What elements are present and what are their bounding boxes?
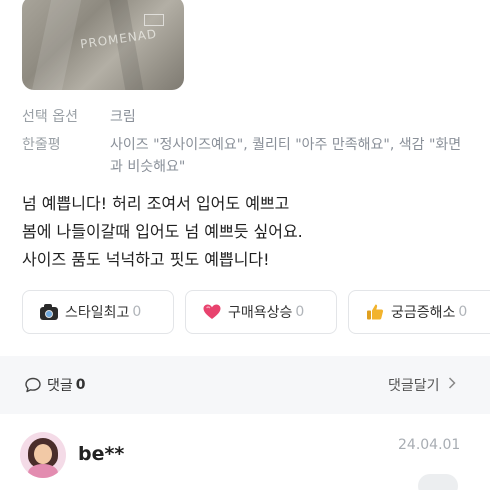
avatar[interactable] bbox=[20, 432, 66, 478]
write-comment-button[interactable]: 댓글달기 bbox=[388, 375, 456, 395]
reaction-label: 스타일최고 bbox=[65, 305, 130, 321]
option-row-selected: 선택 옵션 크림 bbox=[22, 106, 136, 128]
reaction-style-button[interactable]: 스타일최고 0 bbox=[22, 290, 174, 334]
thumbs-up-icon bbox=[365, 302, 385, 322]
reaction-helpful-button[interactable]: 궁금증해소 0 bbox=[348, 290, 490, 334]
comment-count-toggle[interactable]: 댓글 0 bbox=[24, 375, 86, 395]
reaction-count: 0 bbox=[458, 304, 468, 320]
photo-tag bbox=[144, 14, 164, 26]
option-label: 선택 옵션 bbox=[22, 109, 78, 125]
avatar-face bbox=[34, 444, 52, 464]
write-comment-label: 댓글달기 bbox=[388, 378, 440, 394]
avatar-shirt bbox=[28, 464, 58, 478]
comment-count: 0 bbox=[75, 377, 86, 393]
comment-bar: 댓글 0 댓글달기 bbox=[0, 356, 490, 414]
option-value: 크림 bbox=[110, 109, 136, 125]
review-photo[interactable]: PROMENAD bbox=[22, 0, 184, 90]
speech-bubble-icon bbox=[24, 376, 42, 394]
camera-icon bbox=[39, 302, 59, 322]
reaction-label: 구매욕상승 bbox=[228, 305, 293, 321]
summary-label: 한줄평 bbox=[22, 137, 61, 153]
review-line: 봄에 나들이갈때 입어도 넘 예쁘듯 싶어요. bbox=[22, 222, 303, 241]
review-body: 넘 예쁩니다! 허리 조여서 입어도 예쁘고 봄에 나들이갈때 입어도 넘 예쁘… bbox=[22, 190, 472, 274]
heart-icon bbox=[202, 302, 222, 322]
reaction-count: 0 bbox=[132, 304, 142, 320]
reaction-count: 0 bbox=[295, 304, 305, 320]
reaction-desire-button[interactable]: 구매욕상승 0 bbox=[185, 290, 337, 334]
comment-date: 24.04.01 bbox=[398, 437, 461, 453]
summary-value: 사이즈 "정사이즈예요", 퀄리티 "아주 만족해요", 색감 "화면과 비슷해… bbox=[110, 137, 462, 175]
review-line: 넘 예쁩니다! 허리 조여서 입어도 예쁘고 bbox=[22, 194, 290, 213]
more-options-button[interactable] bbox=[418, 474, 458, 490]
photo-fold bbox=[32, 0, 82, 90]
reaction-label: 궁금증해소 bbox=[391, 305, 456, 321]
option-row-summary: 한줄평 사이즈 "정사이즈예요", 퀄리티 "아주 만족해요", 색감 "화면과… bbox=[22, 134, 468, 178]
review-line: 사이즈 품도 넉넉하고 핏도 예쁩니다! bbox=[22, 250, 270, 269]
chevron-right-icon bbox=[448, 377, 456, 393]
comment-username: be** bbox=[78, 443, 125, 465]
comment-label: 댓글 bbox=[47, 378, 73, 394]
